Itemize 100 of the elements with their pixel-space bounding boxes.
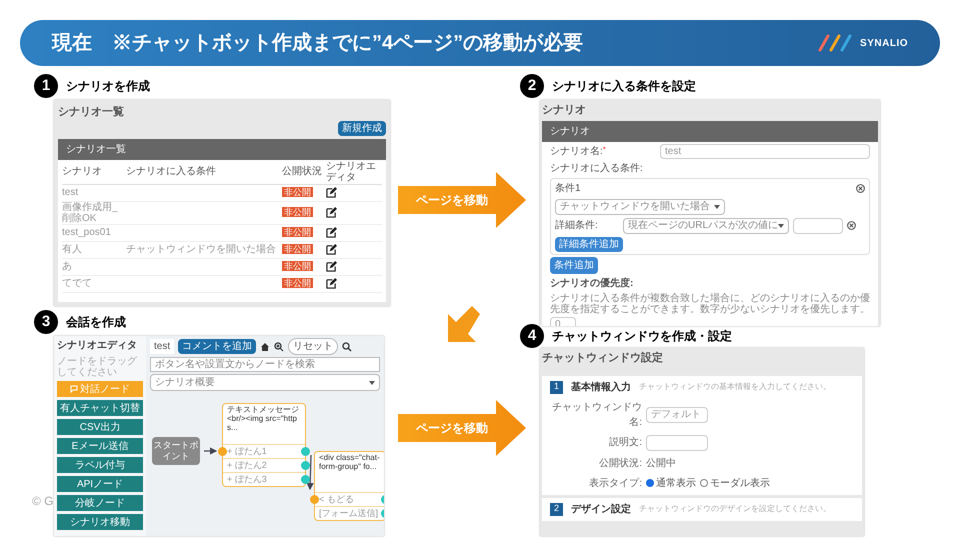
edit-icon[interactable] [326, 244, 337, 255]
card-header: シナリオ一覧 [58, 138, 386, 160]
node-button[interactable]: 分岐ノード [57, 495, 143, 511]
edit-icon[interactable] [326, 227, 337, 238]
step-title: チャットウィンドウを作成・設定 [552, 328, 732, 345]
step-number: 3 [34, 310, 58, 334]
status-badge: 非公開 [282, 227, 313, 237]
arrow-label: ページを移動 [416, 420, 488, 437]
step-title: シナリオに入る条件を設定 [552, 78, 696, 95]
radio-option[interactable]: モーダル表示 [700, 476, 770, 490]
page-heading: シナリオ [542, 103, 587, 118]
add-condition-button[interactable]: 条件追加 [550, 256, 598, 274]
zoom-in-icon[interactable] [274, 342, 284, 352]
table-cell: あ [62, 258, 126, 275]
tab[interactable]: test [150, 339, 174, 354]
field-label: 説明文: [608, 436, 642, 450]
field-value: 公開中 [646, 456, 676, 470]
table-cell: 有人 [62, 241, 126, 258]
radio-option[interactable]: 通常表示 [646, 476, 696, 490]
dropdown[interactable]: チャットウィンドウを開いた場合 [555, 198, 725, 214]
status-badge: 非公開 [282, 187, 313, 197]
field-label: 詳細条件: [555, 218, 599, 233]
column-header: シナリオ [62, 160, 126, 184]
radio-button[interactable] [700, 479, 708, 487]
hint-text: ノードをドラッグしてください [57, 356, 138, 378]
node-option: + ぼたん3 [227, 474, 267, 484]
node-button[interactable]: ラベル付与 [57, 457, 143, 473]
chat-icon [70, 385, 78, 393]
section-hint: チャットウィンドウの基本情報を入力してください。 [639, 381, 831, 393]
home-icon[interactable] [260, 342, 270, 352]
node-option: [フォーム送信] [319, 508, 378, 518]
section-number: 2 [550, 502, 563, 516]
step-title: シナリオを作成 [66, 78, 150, 95]
column-header: 公開状況 [282, 160, 326, 184]
node-button[interactable]: Eメール送信 [57, 438, 143, 454]
radio-button[interactable] [646, 479, 654, 487]
right-arrow-icon [398, 400, 526, 456]
page-heading: シナリオ一覧 [58, 105, 125, 120]
sidebar-title: シナリオエディタ [57, 339, 138, 353]
connector-arrow [306, 454, 314, 490]
step-number: 4 [520, 324, 544, 348]
copyright-text: © G [32, 493, 54, 510]
right-arrow-icon [398, 172, 526, 228]
field-label: 公開状況: [598, 456, 642, 470]
condition-title: 条件1 [555, 182, 581, 196]
dropdown[interactable]: 現在ページのURLパスが次の値に [623, 218, 790, 234]
node-button[interactable]: APIノード [57, 476, 143, 492]
field-label: シナリオに入る条件: [550, 162, 644, 176]
search-icon[interactable] [342, 342, 352, 352]
section-title: デザイン設定 [571, 502, 631, 516]
add-detail-button[interactable]: 詳細条件追加 [555, 236, 623, 252]
caret-icon [369, 380, 375, 384]
required-mark: * [602, 144, 606, 156]
field-label: 表示タイプ: [588, 476, 642, 490]
edit-icon[interactable] [326, 187, 337, 198]
text-field[interactable] [646, 434, 708, 450]
name-field[interactable]: test [660, 144, 870, 158]
banner-title: 現在 ※チャットボット作成までに”4ページ”の移動が必要 [52, 30, 584, 56]
new-button[interactable]: 新規作成 [338, 120, 386, 136]
close-icon[interactable] [856, 184, 865, 192]
edit-icon[interactable] [326, 278, 337, 289]
logo-text: SYNALIO [860, 36, 908, 50]
table-cell: てでて [62, 275, 126, 292]
close-icon[interactable] [847, 221, 856, 230]
caret-icon [714, 204, 720, 208]
status-badge: 非公開 [282, 207, 313, 217]
section-number: 1 [550, 380, 563, 394]
node-option: + ぼたん2 [227, 460, 267, 470]
dropdown[interactable]: シナリオ概要 [150, 374, 380, 391]
section-title: 基本情報入力 [571, 380, 631, 394]
table-cell: test [62, 184, 126, 201]
section-hint: チャットウィンドウのデザインを設定してください。 [639, 503, 831, 515]
detail-field[interactable] [793, 218, 844, 234]
node-text: <div class="chat-form-group" fo... [318, 452, 381, 473]
node-option: + ぼたん1 [227, 446, 267, 456]
field-label: チャットウィンドウ名: [551, 400, 642, 430]
reset-button[interactable]: リセット [288, 338, 338, 355]
column-header: シナリオエディタ [326, 160, 382, 184]
edit-icon[interactable] [326, 207, 337, 218]
field-label: シナリオ名: [550, 144, 603, 158]
text-field[interactable]: デフォルト [646, 406, 708, 422]
status-badge: 非公開 [282, 244, 313, 254]
step-number: 2 [520, 74, 544, 98]
search-field[interactable]: ボタン名や設置文からノードを検索 [150, 357, 380, 372]
logo-icon [818, 34, 852, 52]
table-cell: test_pos01 [62, 224, 126, 241]
help-text: シナリオに入る条件が複数合致した場合に、どのシナリオに入るのか優先度を指定することができます。数字が少ないシナリオを優先します。 [550, 292, 870, 314]
node-button[interactable]: シナリオ移動 [57, 514, 143, 530]
field-label: シナリオの優先度: [550, 276, 634, 290]
table-cell: 画像作成用_削除OK [62, 201, 126, 224]
step-title: 会話を作成 [66, 314, 126, 331]
card-header: シナリオ [542, 120, 878, 142]
table-cell: チャットウィンドウを開いた場合 [126, 241, 282, 258]
node-button[interactable]: CSV出力 [57, 419, 143, 435]
edit-icon[interactable] [326, 261, 337, 272]
column-header: シナリオに入る条件 [126, 160, 282, 184]
node-button[interactable]: 有人チャット切替 [57, 400, 143, 416]
node-text: テキストメッセージ<br/><img src="https... [226, 404, 300, 434]
step-number: 1 [34, 74, 58, 98]
comment-button[interactable]: コメントを追加 [178, 339, 256, 354]
